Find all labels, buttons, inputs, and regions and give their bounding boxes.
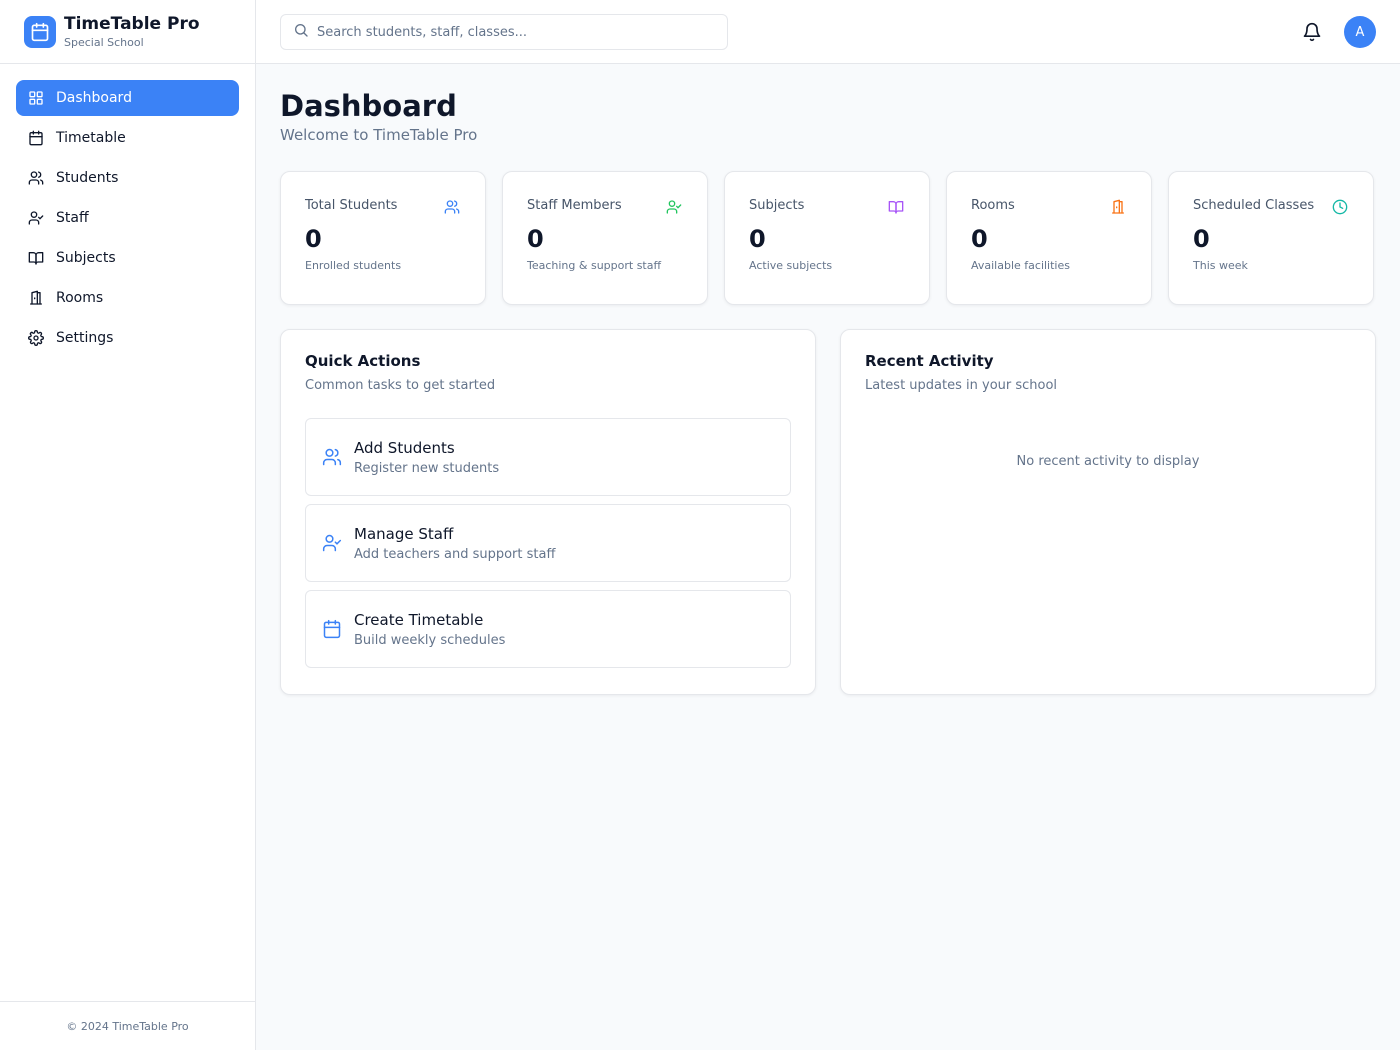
sidebar-item-label: Dashboard (56, 90, 132, 106)
manage-staff-button[interactable]: Manage Staff Add teachers and support st… (305, 504, 791, 582)
calendar-icon (24, 15, 56, 48)
brand-subtitle: Special School (64, 36, 144, 49)
stat-description: Enrolled students (305, 259, 402, 272)
sidebar-item-label: Subjects (56, 250, 116, 266)
sidebar-item-dashboard[interactable]: Dashboard (16, 80, 239, 116)
stat-label: Subjects (749, 198, 805, 213)
stat-value: 0 (527, 225, 544, 253)
users-icon (322, 447, 342, 467)
sidebar: TimeTable Pro Special School Dashboard T… (0, 0, 256, 1050)
stats-row: Total Students 0 Enrolled students Staff… (280, 171, 1376, 305)
panel-subtitle: Latest updates in your school (865, 378, 1058, 393)
panel-title: Quick Actions (305, 352, 421, 370)
stat-value: 0 (749, 225, 766, 253)
users-icon (443, 198, 461, 216)
recent-activity-panel: Recent Activity Latest updates in your s… (840, 329, 1376, 695)
door-icon (28, 290, 44, 306)
action-title: Create Timetable (354, 610, 484, 629)
quick-actions-list: Add Students Register new students Manag… (305, 418, 791, 668)
sidebar-item-subjects[interactable]: Subjects (16, 240, 239, 276)
sidebar-item-label: Timetable (56, 130, 126, 146)
create-timetable-button[interactable]: Create Timetable Build weekly schedules (305, 590, 791, 668)
gear-icon (28, 330, 44, 346)
user-check-icon (322, 533, 342, 553)
search-icon (293, 22, 309, 42)
action-title: Add Students (354, 438, 455, 457)
user-check-icon (28, 210, 44, 226)
stat-value: 0 (971, 225, 988, 253)
sidebar-item-settings[interactable]: Settings (16, 320, 239, 356)
action-description: Build weekly schedules (354, 632, 506, 648)
avatar[interactable]: A (1344, 16, 1376, 48)
sidebar-item-rooms[interactable]: Rooms (16, 280, 239, 316)
page-title: Dashboard (280, 89, 457, 123)
page-subtitle: Welcome to TimeTable Pro (280, 126, 478, 144)
stat-label: Scheduled Classes (1193, 198, 1315, 213)
calendar-icon (28, 130, 44, 146)
sidebar-nav: Dashboard Timetable Students Staff Subje… (0, 64, 255, 356)
stat-card-rooms: Rooms 0 Available facilities (946, 171, 1152, 305)
user-check-icon (665, 198, 683, 216)
quick-actions-panel: Quick Actions Common tasks to get starte… (280, 329, 816, 695)
search-box[interactable] (280, 14, 728, 50)
stat-card-staff-members: Staff Members 0 Teaching & support staff (502, 171, 708, 305)
brand-title: TimeTable Pro (64, 14, 200, 34)
sidebar-item-staff[interactable]: Staff (16, 200, 239, 236)
stat-description: Active subjects (749, 259, 833, 272)
action-title: Manage Staff (354, 524, 454, 543)
panel-subtitle: Common tasks to get started (305, 378, 496, 393)
stat-description: This week (1193, 259, 1248, 272)
action-description: Register new students (354, 460, 500, 476)
door-icon (1109, 198, 1127, 216)
calendar-icon (322, 619, 342, 639)
book-icon (887, 198, 905, 216)
stat-value: 0 (1193, 225, 1210, 253)
clock-icon (1331, 198, 1349, 216)
top-header: A (256, 0, 1400, 64)
grid-icon (28, 90, 44, 106)
notifications-bell-icon[interactable] (1300, 20, 1324, 44)
sidebar-item-students[interactable]: Students (16, 160, 239, 196)
stat-card-subjects: Subjects 0 Active subjects (724, 171, 930, 305)
sidebar-item-label: Staff (56, 210, 89, 226)
stat-card-scheduled-classes: Scheduled Classes 0 This week (1168, 171, 1374, 305)
users-icon (28, 170, 44, 186)
empty-state-text: No recent activity to display (1016, 454, 1200, 469)
stat-label: Staff Members (527, 198, 622, 213)
search-input[interactable] (317, 24, 717, 40)
brand[interactable]: TimeTable Pro Special School (0, 0, 255, 64)
book-icon (28, 250, 44, 266)
sidebar-item-label: Students (56, 170, 119, 186)
sidebar-footer: © 2024 TimeTable Pro (0, 1001, 255, 1050)
sidebar-item-timetable[interactable]: Timetable (16, 120, 239, 156)
stat-description: Available facilities (971, 259, 1070, 272)
main-content: Dashboard Welcome to TimeTable Pro Total… (280, 64, 1376, 695)
action-description: Add teachers and support staff (354, 546, 556, 562)
sidebar-item-label: Settings (56, 330, 114, 346)
stat-label: Total Students (305, 198, 398, 213)
stat-value: 0 (305, 225, 322, 253)
add-students-button[interactable]: Add Students Register new students (305, 418, 791, 496)
stat-card-total-students: Total Students 0 Enrolled students (280, 171, 486, 305)
stat-description: Teaching & support staff (527, 259, 662, 272)
panel-title: Recent Activity (865, 352, 994, 370)
stat-label: Rooms (971, 198, 1015, 213)
sidebar-item-label: Rooms (56, 290, 104, 306)
panels-row: Quick Actions Common tasks to get starte… (280, 329, 1376, 695)
